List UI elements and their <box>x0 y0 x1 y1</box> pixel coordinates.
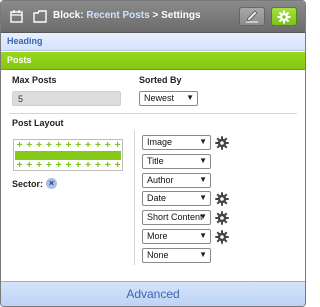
sector-remove-icon[interactable]: × <box>46 178 57 189</box>
field-select[interactable]: Image ▼ <box>142 135 211 150</box>
field-select[interactable]: Date ▼ <box>142 191 211 207</box>
field-select[interactable]: More ▼ <box>142 229 211 244</box>
chevron-down-icon: ▼ <box>186 93 194 102</box>
grid-add-icon[interactable]: + <box>54 161 63 171</box>
title-separator: > <box>152 10 159 21</box>
grid-add-icon[interactable]: + <box>15 141 24 151</box>
title-suffix: Settings <box>161 10 201 21</box>
chevron-down-icon: ▼ <box>199 155 207 165</box>
grid-add-icon[interactable]: + <box>113 141 122 151</box>
grid-add-icon[interactable]: + <box>15 161 24 171</box>
tab-heading[interactable]: Heading <box>1 33 305 51</box>
grid-add-icon[interactable]: + <box>25 141 34 151</box>
layout-bar <box>15 151 121 160</box>
max-posts-input[interactable]: 5 <box>12 91 121 106</box>
tab-posts[interactable]: Posts <box>1 52 305 70</box>
grid-add-icon[interactable]: + <box>25 161 34 171</box>
advanced-button[interactable]: Advanced <box>1 281 305 306</box>
grid-add-icon[interactable]: + <box>64 141 73 151</box>
field-select-value: Title <box>147 155 164 166</box>
sorted-by-label: Sorted By <box>139 75 182 85</box>
pencil-icon <box>246 10 258 23</box>
max-posts-label: Max Posts <box>12 75 57 85</box>
grid-add-icon[interactable]: + <box>103 141 112 151</box>
field-select-value: More <box>147 231 168 241</box>
grid-add-icon[interactable]: + <box>64 161 73 171</box>
title-link-recent-posts[interactable]: Recent Posts <box>86 10 149 21</box>
grid-add-icon[interactable]: + <box>35 141 44 151</box>
chevron-down-icon: ▼ <box>199 231 207 240</box>
grid-add-icon[interactable]: + <box>35 161 44 171</box>
grid-add-icon[interactable]: + <box>103 161 112 171</box>
grid-add-icon[interactable]: + <box>84 161 93 171</box>
window-title: Block: Recent Posts > Settings <box>53 10 201 21</box>
grid-add-icon[interactable]: + <box>93 141 102 151</box>
sorted-by-value: Newest <box>144 93 175 103</box>
field-select[interactable]: Title ▼ <box>142 153 211 169</box>
chevron-down-icon: ▼ <box>199 137 207 146</box>
section-divider <box>9 113 297 114</box>
settings-panel: Block: Recent Posts > Settings Heading P… <box>0 0 306 307</box>
sector-label: Sector: <box>12 179 44 189</box>
chevron-down-icon: ▼ <box>199 193 207 203</box>
field-select-value: Date <box>147 193 167 204</box>
title-prefix: Block: <box>53 10 84 21</box>
field-select-value: None <box>147 249 169 260</box>
max-posts-value: 5 <box>18 94 24 104</box>
grid-add-icon[interactable]: + <box>93 161 102 171</box>
chevron-down-icon: ▼ <box>199 212 207 222</box>
square-icon <box>33 10 47 25</box>
settings-button[interactable] <box>271 7 297 26</box>
sorted-by-select[interactable]: Newest ▼ <box>139 91 198 106</box>
gear-icon[interactable] <box>215 210 229 227</box>
gear-icon <box>277 10 291 24</box>
post-layout-grid[interactable]: + + + + + + + + + + + + + + + + + + + + + + <box>13 139 123 171</box>
calendar-icon <box>10 10 23 25</box>
advanced-label: Advanced <box>126 287 180 301</box>
chevron-down-icon: ▼ <box>199 174 207 184</box>
grid-add-icon[interactable]: + <box>74 141 83 151</box>
grid-add-icon[interactable]: + <box>113 161 122 171</box>
title-bar: Block: Recent Posts > Settings <box>1 1 305 33</box>
column-divider <box>134 130 135 265</box>
grid-add-icon[interactable]: + <box>44 161 53 171</box>
field-select[interactable]: Short Content ▼ <box>142 210 211 226</box>
edit-button[interactable] <box>239 7 265 26</box>
field-select-value: Author <box>147 174 174 185</box>
gear-icon[interactable] <box>215 229 229 246</box>
grid-add-icon[interactable]: + <box>74 161 83 171</box>
grid-add-icon[interactable]: + <box>54 141 63 151</box>
gear-icon[interactable] <box>215 192 229 208</box>
chevron-down-icon: ▼ <box>199 249 207 259</box>
field-select[interactable]: Author ▼ <box>142 172 211 188</box>
post-layout-label: Post Layout <box>12 118 64 128</box>
field-select-value: Short Content <box>147 212 203 223</box>
grid-add-icon[interactable]: + <box>84 141 93 151</box>
tab-posts-label: Posts <box>7 55 32 65</box>
field-select[interactable]: None ▼ <box>142 247 211 263</box>
field-select-value: Image <box>147 137 173 147</box>
gear-icon[interactable] <box>215 135 229 152</box>
grid-add-icon[interactable]: + <box>44 141 53 151</box>
tab-heading-label: Heading <box>7 36 43 46</box>
